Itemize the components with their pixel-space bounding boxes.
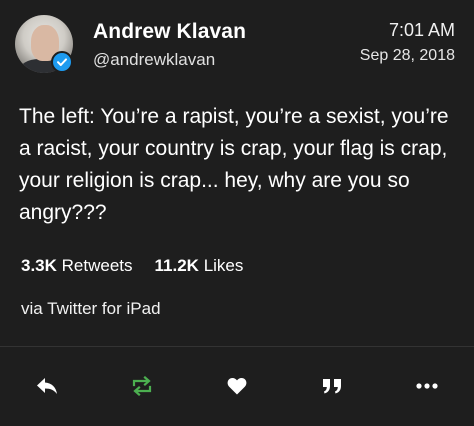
retweets-label: Retweets [61, 256, 133, 275]
retweet-button[interactable] [127, 371, 157, 401]
tweet-header: Andrew Klavan @andrewklavan 7:01 AM Sep … [0, 0, 474, 90]
checkmark-icon [57, 58, 67, 66]
reply-icon [37, 378, 57, 394]
tweet-stats: 3.3K Retweets 11.2K Likes [21, 256, 243, 276]
quote-icon [323, 379, 341, 394]
more-button[interactable] [412, 371, 442, 401]
retweets-count: 3.3K [21, 256, 57, 275]
tweet-date: Sep 28, 2018 [359, 47, 455, 64]
verified-badge-icon [51, 51, 73, 73]
retweet-icon [132, 376, 152, 396]
like-button[interactable] [222, 371, 252, 401]
action-bar [0, 347, 474, 426]
reply-button[interactable] [32, 371, 62, 401]
tweet-time: 7:01 AM [388, 20, 455, 40]
tweet-source: via Twitter for iPad [21, 299, 161, 318]
likes-label: Likes [203, 256, 244, 275]
author-handle[interactable]: @andrewklavan [93, 50, 215, 70]
more-icon [416, 383, 438, 389]
heart-icon [227, 377, 247, 395]
author-name[interactable]: Andrew Klavan [93, 20, 246, 44]
tweet-text: The left: You’re a rapist, you’re a sexi… [19, 105, 449, 224]
retweets-stat[interactable]: 3.3K Retweets [21, 256, 133, 276]
likes-count: 11.2K [154, 256, 199, 275]
quote-button[interactable] [317, 371, 347, 401]
likes-stat[interactable]: 11.2K Likes [155, 256, 244, 276]
